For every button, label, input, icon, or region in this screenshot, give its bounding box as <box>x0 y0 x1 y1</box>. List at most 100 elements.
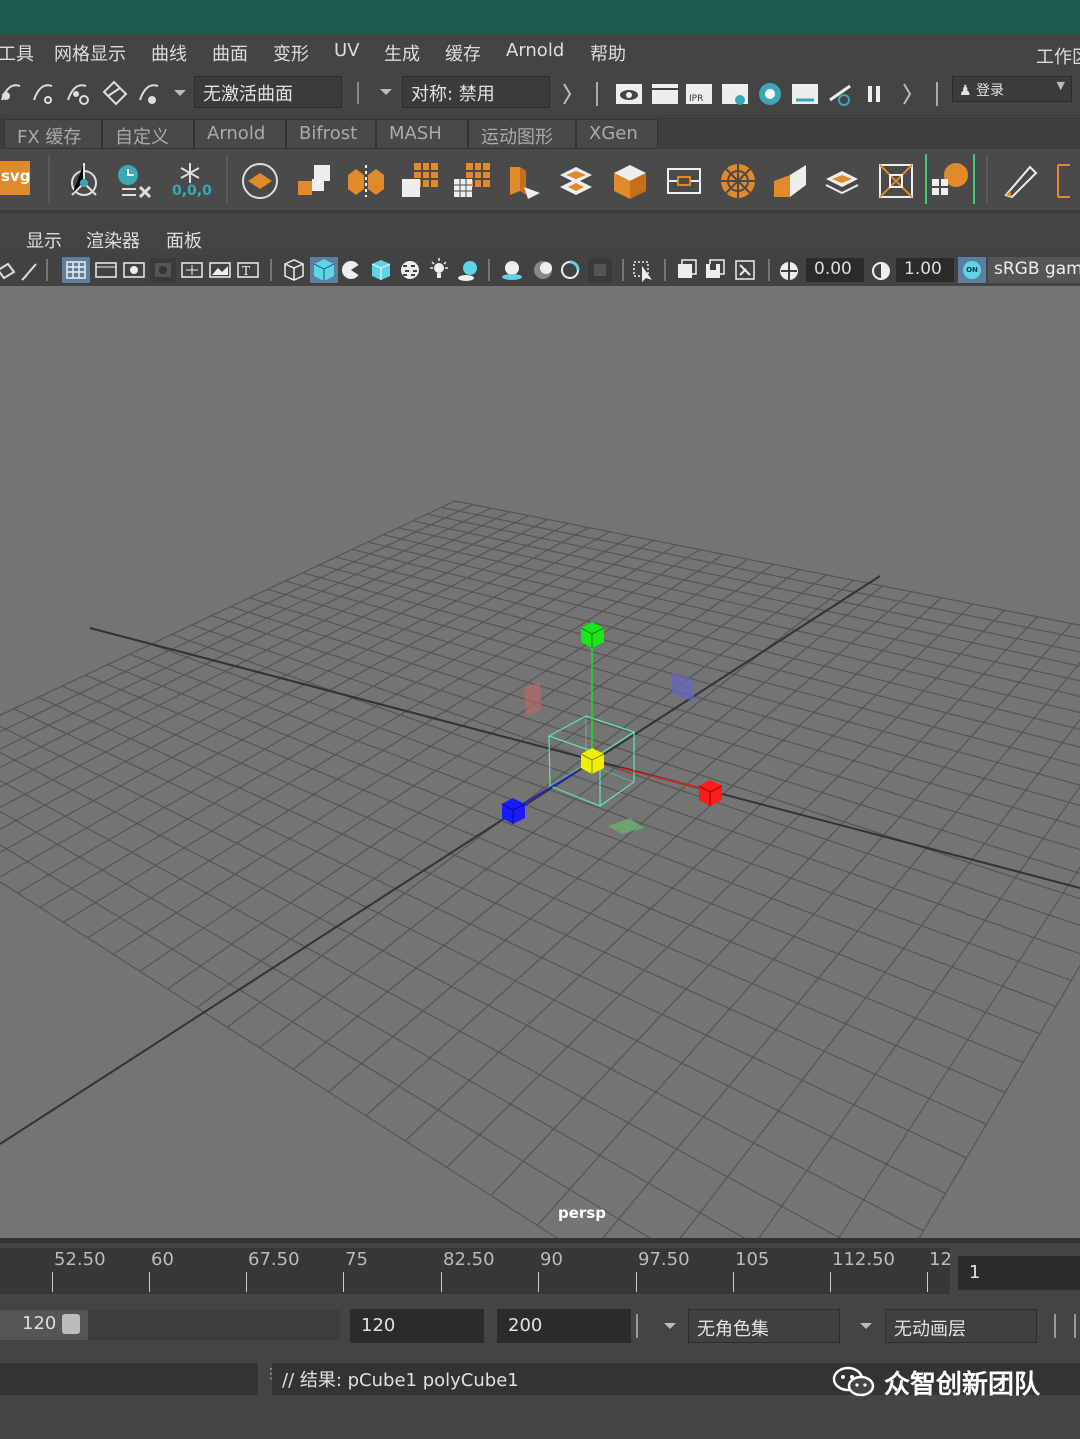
workspace-label[interactable]: 工作区 <box>1036 43 1080 69</box>
textured-icon[interactable] <box>401 261 419 279</box>
xz-plane-handle[interactable] <box>608 818 644 834</box>
depth-of-field-icon[interactable] <box>588 258 612 282</box>
character-set-field[interactable]: 无角色集 <box>688 1309 840 1343</box>
wireframe-icon[interactable] <box>284 259 304 281</box>
crease-icon[interactable] <box>1054 161 1080 201</box>
collapse-arrow-icon[interactable] <box>563 83 572 105</box>
uv-icon[interactable] <box>664 161 704 201</box>
select-camera-icon[interactable] <box>0 262 16 280</box>
current-frame-field[interactable]: 1 <box>958 1256 1080 1290</box>
render-frame-icon[interactable] <box>652 84 678 104</box>
gate-mask-icon[interactable] <box>150 258 176 282</box>
gamma-field[interactable]: 1.00 <box>896 258 954 282</box>
viewport-persp[interactable]: persp <box>0 286 1080 1238</box>
planar-icon[interactable] <box>822 161 862 201</box>
wireframe-on-shaded-icon[interactable] <box>371 260 391 280</box>
chevron-down-icon[interactable] <box>378 86 394 98</box>
paint-icon[interactable] <box>1000 161 1040 201</box>
poly-sphere-icon[interactable] <box>240 161 280 201</box>
tab-motion-graphics[interactable]: 运动图形 <box>468 119 576 149</box>
menu-tools[interactable]: 工具 <box>0 40 34 66</box>
range-track[interactable] <box>88 1310 340 1340</box>
exposure-field[interactable]: 0.00 <box>806 258 864 282</box>
login-field[interactable]: ♟ 登录 ▼ <box>952 76 1072 102</box>
render-settings-icon[interactable] <box>722 84 748 105</box>
lattice-icon[interactable] <box>876 161 916 201</box>
anti-aliasing-icon[interactable] <box>561 260 580 279</box>
ipr-render-icon[interactable]: IPR <box>686 84 712 104</box>
menu-mesh-display[interactable]: 网格显示 <box>54 40 126 66</box>
extrude-icon[interactable] <box>610 161 650 201</box>
anim-layer-field[interactable]: 无动画层 <box>885 1309 1037 1343</box>
color-space-field[interactable]: sRGB gam <box>988 257 1080 283</box>
menu-deform[interactable]: 变形 <box>273 40 309 66</box>
pivot-icon[interactable] <box>64 161 104 201</box>
delete-history-icon[interactable] <box>114 161 154 201</box>
expand-arrow-icon[interactable] <box>903 83 912 105</box>
range-slider[interactable]: 120 <box>0 1310 88 1340</box>
motion-blur-icon[interactable] <box>534 261 552 279</box>
xray-icon[interactable] <box>678 259 697 278</box>
cube-split-icon[interactable] <box>770 161 810 201</box>
snap-curve-icon[interactable] <box>33 84 53 104</box>
panel-menu-display[interactable]: 显示 <box>26 227 62 253</box>
separate-icon[interactable] <box>346 161 386 201</box>
film-gate-icon[interactable] <box>95 262 117 278</box>
extract-icon[interactable] <box>400 161 440 201</box>
snap-dropdown-icon[interactable] <box>174 90 186 96</box>
isolate-select-icon[interactable] <box>633 261 652 282</box>
tab-bifrost[interactable]: Bifrost <box>286 119 376 149</box>
end-time-field[interactable]: 120 <box>350 1309 484 1343</box>
tab-mash[interactable]: MASH <box>376 119 468 149</box>
menu-surfaces[interactable]: 曲面 <box>212 40 248 66</box>
shadows-icon[interactable] <box>458 261 477 281</box>
screen-space-ao-icon[interactable] <box>502 261 522 280</box>
xray-joints-icon[interactable] <box>706 259 725 278</box>
smooth-icon[interactable] <box>452 161 492 201</box>
light-editor-icon[interactable] <box>829 84 851 106</box>
y-axis-handle[interactable] <box>580 622 605 648</box>
z-axis-handle[interactable] <box>501 798 526 824</box>
yz-plane-handle[interactable] <box>524 682 542 716</box>
gamma-icon[interactable] <box>870 260 892 282</box>
pause-icon[interactable] <box>868 86 880 102</box>
panel-menu-renderer[interactable]: 渲染器 <box>86 227 140 253</box>
bridge-icon[interactable] <box>556 161 596 201</box>
color-management-toggle[interactable]: ON <box>958 257 986 283</box>
snap-grid-icon[interactable] <box>1 84 21 101</box>
menu-cache[interactable]: 缓存 <box>445 40 481 66</box>
create-svg-icon[interactable]: svg <box>0 161 30 195</box>
field-chart-icon[interactable] <box>181 262 203 278</box>
xray-components-icon[interactable] <box>735 260 755 280</box>
menu-uv[interactable]: UV <box>334 40 360 61</box>
safe-title-icon[interactable]: T <box>237 262 259 278</box>
mel-input[interactable] <box>0 1363 258 1395</box>
menu-curves[interactable]: 曲线 <box>151 40 187 66</box>
combine-icon[interactable] <box>294 161 334 201</box>
render-view-icon[interactable] <box>616 84 642 104</box>
exposure-icon[interactable] <box>778 260 800 282</box>
default-material-icon[interactable] <box>342 261 360 279</box>
symmetry-field[interactable]: 对称: 禁用 <box>402 76 550 108</box>
time-ruler[interactable]: 52.50 60 67.50 75 82.50 90 97.50 105 112… <box>0 1248 952 1294</box>
active-surface-field[interactable]: 无激活曲面 <box>194 76 342 108</box>
safe-action-icon[interactable] <box>209 262 231 278</box>
x-axis-handle[interactable] <box>698 780 723 806</box>
sphere-wire-icon[interactable] <box>718 161 758 201</box>
render-sequence-icon[interactable] <box>792 84 818 104</box>
snap-surface-icon[interactable] <box>139 84 159 104</box>
snap-point-icon[interactable] <box>67 84 89 105</box>
lights-icon[interactable] <box>430 258 448 278</box>
tab-arnold[interactable]: Arnold <box>194 119 286 149</box>
bevel-icon[interactable] <box>504 161 544 201</box>
chevron-down-icon[interactable] <box>858 1320 874 1332</box>
panel-menu-panels[interactable]: 面板 <box>166 227 202 253</box>
menu-generate[interactable]: 生成 <box>384 40 420 66</box>
resolution-gate-icon[interactable] <box>123 262 145 278</box>
menu-arnold[interactable]: Arnold <box>506 40 564 61</box>
soft-select-icon[interactable] <box>924 153 976 205</box>
chevron-down-icon[interactable] <box>662 1320 678 1332</box>
tab-xgen[interactable]: XGen <box>576 119 658 149</box>
camera-attributes-icon[interactable] <box>21 263 37 281</box>
max-time-field[interactable]: 200 <box>497 1309 631 1343</box>
